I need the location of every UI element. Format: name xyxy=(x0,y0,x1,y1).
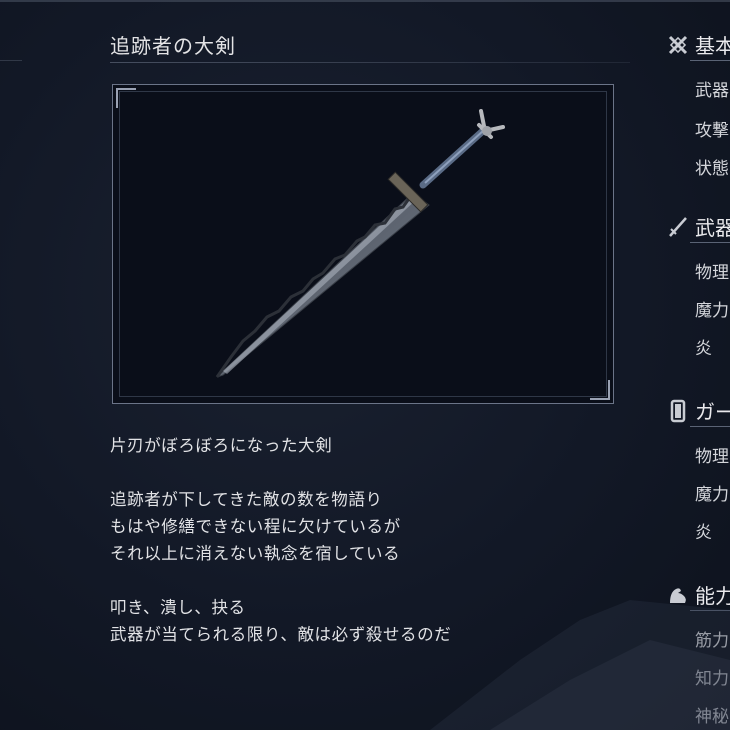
description-line: 武器が当てられる限り、敵は必ず殺せるのだ xyxy=(110,625,452,644)
background-mountain-art xyxy=(430,600,730,730)
item-title: 追跡者の大剣 xyxy=(110,34,236,58)
section-title: ガー xyxy=(695,400,730,424)
section-title: 武器 xyxy=(695,216,730,240)
section-divider xyxy=(690,242,730,243)
top-border xyxy=(0,0,730,2)
section-weapon-header: 武器 xyxy=(666,212,730,241)
stat-row: 炎 xyxy=(695,523,712,543)
left-tab-edge xyxy=(0,60,22,79)
sword-icon xyxy=(666,215,690,239)
description-line: 追跡者が下してきた敵の数を物語り xyxy=(110,490,383,509)
item-description: 片刃がぼろぼろになった大剣 追跡者が下してきた敵の数を物語り もはや修繕できない… xyxy=(110,432,451,648)
greatsword-image xyxy=(215,109,505,378)
stat-row: 物理 xyxy=(695,447,729,467)
stat-row: 武器 xyxy=(695,81,729,101)
item-image-frame xyxy=(112,84,614,404)
stat-row: 魔力 xyxy=(695,485,729,505)
stat-row: 状態 xyxy=(695,159,729,179)
title-divider xyxy=(110,62,630,63)
description-line: 片刃がぼろぼろになった大剣 xyxy=(110,436,333,455)
description-line: それ以上に消えない執念を宿している xyxy=(110,544,401,563)
stat-row: 物理 xyxy=(695,263,729,283)
shield-icon xyxy=(666,399,690,423)
stat-row: 魔力 xyxy=(695,301,729,321)
crossed-swords-icon xyxy=(666,33,690,57)
section-divider xyxy=(690,60,730,61)
section-divider xyxy=(690,426,730,427)
section-title: 基本 xyxy=(695,34,730,58)
section-guard-header: ガー xyxy=(666,396,730,425)
description-line: もはや修繕できない程に欠けているが xyxy=(110,517,401,536)
stat-row: 攻撃 xyxy=(695,121,729,141)
stat-row: 炎 xyxy=(695,339,712,359)
description-line: 叩き、潰し、抉る xyxy=(110,598,246,617)
section-basic-header: 基本 xyxy=(666,30,730,59)
